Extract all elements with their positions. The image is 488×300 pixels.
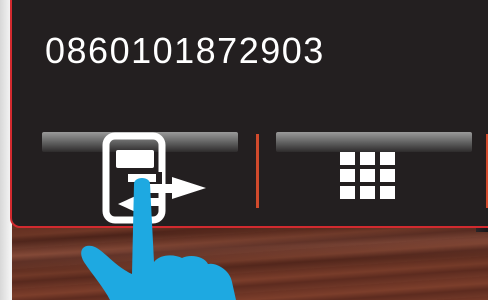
keypad-button-highlight [276, 132, 472, 152]
screen: 0860101872903 [0, 0, 488, 300]
pointing-hand-icon [81, 178, 236, 300]
button-divider [256, 134, 259, 208]
phone-number: 0860101872903 [45, 30, 325, 71]
keypad-grid-icon [340, 152, 395, 199]
